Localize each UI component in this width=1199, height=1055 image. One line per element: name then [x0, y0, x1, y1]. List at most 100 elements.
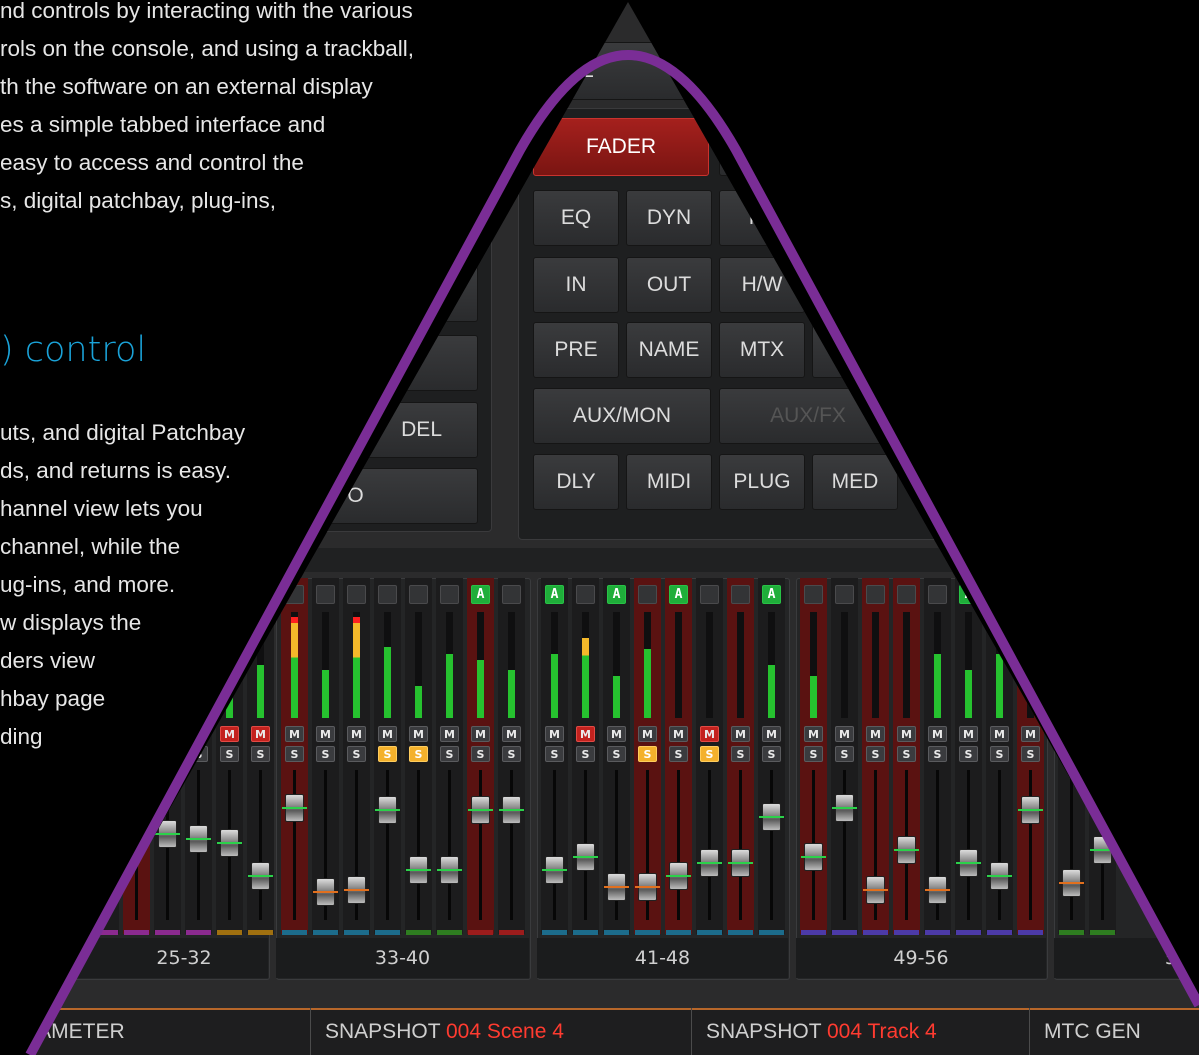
- automation-toggle[interactable]: [316, 585, 335, 604]
- fader-cap[interactable]: [468, 796, 493, 824]
- tab-pre[interactable]: PRE: [533, 322, 619, 378]
- solo-button[interactable]: S: [1093, 746, 1112, 762]
- mute-button[interactable]: M: [251, 726, 270, 742]
- mute-button[interactable]: M: [409, 726, 428, 742]
- automation-toggle[interactable]: [1093, 585, 1112, 604]
- tab-plug[interactable]: PLUG: [719, 454, 805, 510]
- solo-button[interactable]: S: [316, 746, 335, 762]
- tab-all[interactable]: ALL: [520, 42, 1199, 100]
- bank-label-33-40[interactable]: 33-40: [276, 938, 529, 978]
- automation-toggle[interactable]: [347, 585, 366, 604]
- mute-button[interactable]: M: [669, 726, 688, 742]
- solo-button[interactable]: S: [638, 746, 657, 762]
- fader-cap[interactable]: [406, 856, 431, 884]
- mute-button[interactable]: M: [607, 726, 626, 742]
- solo-button[interactable]: S: [1021, 746, 1040, 762]
- automation-toggle[interactable]: [378, 585, 397, 604]
- tab-u[interactable]: U: [812, 322, 898, 378]
- automation-toggle[interactable]: [990, 585, 1009, 604]
- mute-button[interactable]: M: [700, 726, 719, 742]
- solo-button[interactable]: S: [96, 746, 115, 762]
- edit-button-top[interactable]: [310, 200, 478, 256]
- tab-name[interactable]: NAME: [626, 322, 712, 378]
- solo-button[interactable]: S: [285, 746, 304, 762]
- fader-cap[interactable]: [573, 843, 598, 871]
- fader-cap[interactable]: [956, 849, 981, 877]
- mute-button[interactable]: M: [158, 726, 177, 742]
- solo-button[interactable]: S: [990, 746, 1009, 762]
- mute-button[interactable]: M: [804, 726, 823, 742]
- automation-toggle[interactable]: A: [959, 585, 978, 604]
- solo-button[interactable]: S: [576, 746, 595, 762]
- tab-aux-mon[interactable]: AUX/MON: [533, 388, 711, 444]
- tab-out[interactable]: OUT: [626, 257, 712, 313]
- solo-button[interactable]: S: [731, 746, 750, 762]
- mute-button[interactable]: M: [866, 726, 885, 742]
- mute-button[interactable]: M: [928, 726, 947, 742]
- mute-button[interactable]: M: [378, 726, 397, 742]
- solo-button[interactable]: S: [251, 746, 270, 762]
- automation-toggle[interactable]: [866, 585, 885, 604]
- mute-button[interactable]: M: [638, 726, 657, 742]
- fader-cap[interactable]: [375, 796, 400, 824]
- solo-button[interactable]: S: [804, 746, 823, 762]
- fader-cap[interactable]: [728, 849, 753, 877]
- mute-button[interactable]: M: [545, 726, 564, 742]
- automation-toggle[interactable]: [804, 585, 823, 604]
- mute-button[interactable]: M: [1093, 726, 1112, 742]
- automation-toggle[interactable]: [251, 585, 270, 604]
- solo-button[interactable]: S: [409, 746, 428, 762]
- bank-label-41-48[interactable]: 41-48: [537, 938, 788, 978]
- mute-button[interactable]: M: [835, 726, 854, 742]
- fader-cap[interactable]: [344, 876, 369, 904]
- automation-toggle[interactable]: [189, 585, 208, 604]
- mute-button[interactable]: M: [1062, 726, 1081, 742]
- delete-button[interactable]: DEL: [310, 402, 478, 458]
- mute-button[interactable]: M: [990, 726, 1009, 742]
- automation-toggle[interactable]: [220, 585, 239, 604]
- automation-toggle[interactable]: [576, 585, 595, 604]
- automation-toggle[interactable]: [928, 585, 947, 604]
- automation-toggle[interactable]: [1062, 585, 1081, 604]
- fader-cap[interactable]: [313, 878, 338, 906]
- solo-button[interactable]: S: [158, 746, 177, 762]
- fader-cap[interactable]: [759, 803, 784, 831]
- fader-cap[interactable]: [1018, 796, 1043, 824]
- solo-button[interactable]: S: [127, 746, 146, 762]
- automation-toggle[interactable]: [638, 585, 657, 604]
- status-snapshot-scene[interactable]: SNAPSHOT 004 Scene 4: [310, 1008, 564, 1055]
- status-snapshot-track[interactable]: SNAPSHOT 004 Track 4: [691, 1008, 937, 1055]
- mute-button[interactable]: M: [1021, 726, 1040, 742]
- mute-button[interactable]: M: [502, 726, 521, 742]
- tab-mtx[interactable]: MTX: [719, 322, 805, 378]
- fader-cap[interactable]: [124, 810, 149, 838]
- tab-pan[interactable]: PA: [719, 190, 805, 246]
- mute-button[interactable]: M: [316, 726, 335, 742]
- tab-next[interactable]: [719, 118, 895, 176]
- fader-cap[interactable]: [666, 862, 691, 890]
- solo-button[interactable]: S: [866, 746, 885, 762]
- fader-cap[interactable]: [1059, 869, 1084, 897]
- fader-cap[interactable]: [697, 849, 722, 877]
- mute-button[interactable]: M: [731, 726, 750, 742]
- mute-button[interactable]: M: [762, 726, 781, 742]
- solo-button[interactable]: S: [700, 746, 719, 762]
- fader-cap[interactable]: [282, 794, 307, 822]
- fader-cap[interactable]: [604, 873, 629, 901]
- edit-button-all[interactable]: L: [310, 266, 478, 322]
- solo-button[interactable]: S: [502, 746, 521, 762]
- automation-toggle[interactable]: [502, 585, 521, 604]
- solo-button[interactable]: S: [928, 746, 947, 762]
- solo-button[interactable]: S: [545, 746, 564, 762]
- fader-cap[interactable]: [499, 796, 524, 824]
- fader-cap[interactable]: [925, 876, 950, 904]
- tab-dyn[interactable]: DYN: [626, 190, 712, 246]
- status-parameter[interactable]: RAMETER: [30, 1020, 125, 1044]
- fader-cap[interactable]: [1090, 836, 1115, 864]
- automation-toggle[interactable]: [285, 585, 304, 604]
- mute-button[interactable]: M: [220, 726, 239, 742]
- solo-button[interactable]: S: [189, 746, 208, 762]
- mute-button[interactable]: M: [189, 726, 208, 742]
- automation-toggle[interactable]: [731, 585, 750, 604]
- mute-button[interactable]: M: [96, 726, 115, 742]
